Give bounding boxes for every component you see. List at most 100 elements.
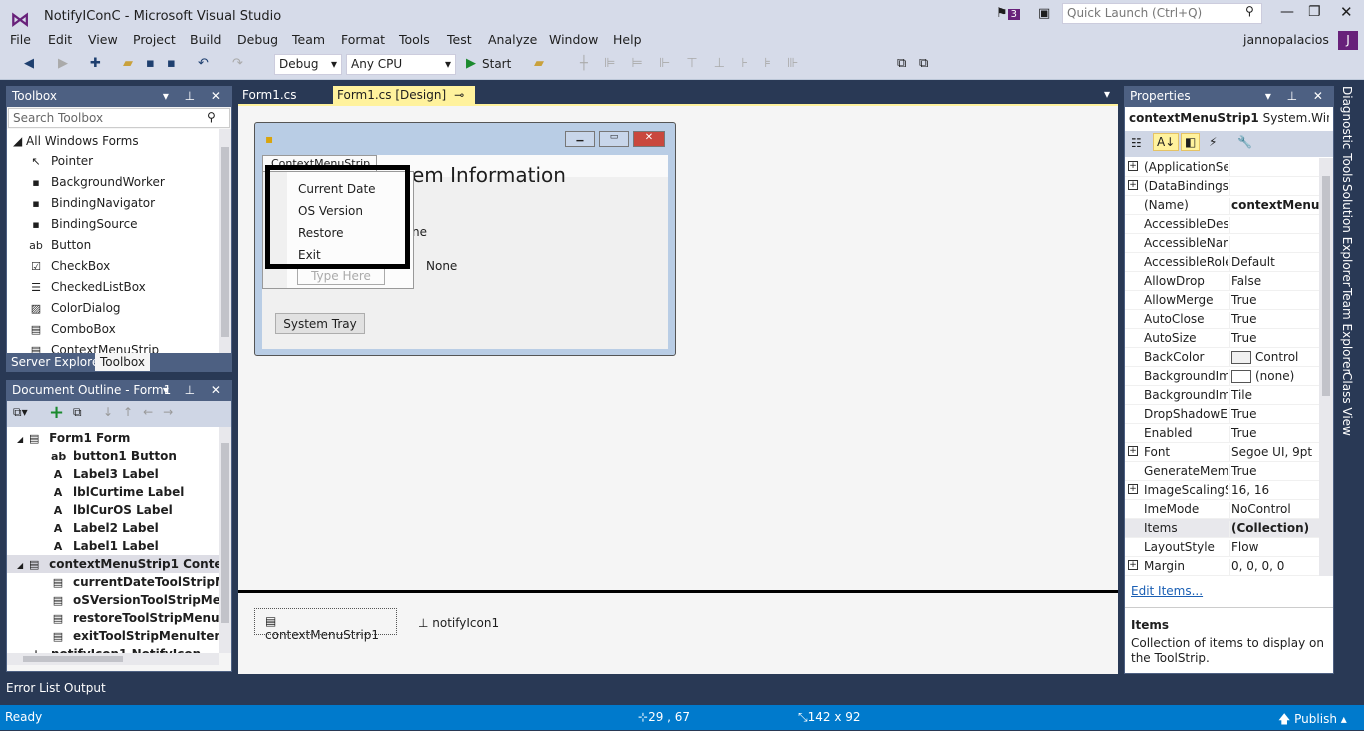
menu-project[interactable]: Project: [133, 32, 176, 47]
side-tab-class-view[interactable]: Class View: [1340, 372, 1354, 436]
object-selector[interactable]: contextMenuStrip1 System.Windows.Forms.C…: [1129, 111, 1329, 125]
redo-icon[interactable]: ↷: [232, 56, 243, 74]
outline-row[interactable]: A Label1 Label: [7, 537, 219, 555]
outline-vscrollbar[interactable]: [219, 427, 231, 653]
side-tab-solution-explorer[interactable]: Solution Explorer: [1340, 184, 1354, 287]
menu-analyze[interactable]: Analyze: [488, 32, 537, 47]
menu-view[interactable]: View: [88, 32, 118, 47]
toolbox-search-input[interactable]: Search Toolbox: [8, 108, 230, 128]
outline-row[interactable]: A Label2 Label: [7, 519, 219, 537]
menu-file[interactable]: File: [10, 32, 31, 47]
restore-button[interactable]: ❐: [1308, 4, 1321, 20]
toolbox-group-all-windows-forms[interactable]: ◢ All Windows Forms: [7, 131, 139, 152]
bring-front-icon[interactable]: ⧉: [919, 56, 928, 74]
tab-form1-design[interactable]: Form1.cs [Design]⊸ ✕: [333, 86, 475, 116]
properties-scrollbar[interactable]: [1319, 158, 1333, 576]
property-row[interactable]: AutoClose True: [1125, 310, 1319, 329]
side-tab-diagnostic-tools[interactable]: Diagnostic Tools: [1340, 86, 1354, 183]
notification-flag-icon[interactable]: ⚑ 3: [996, 6, 1021, 21]
outline-row[interactable]: ▤ restoreToolStripMenuItem: [7, 609, 219, 627]
undo-icon[interactable]: ↶: [198, 56, 209, 74]
tab-output[interactable]: Output: [64, 681, 106, 695]
start-button[interactable]: Start: [482, 57, 511, 75]
outline-row[interactable]: ▤ currentDateToolStripMenuItem: [7, 573, 219, 591]
panel-controls[interactable]: ▾ ⊥ ✕: [163, 383, 227, 397]
form-minimize-button[interactable]: ▁: [565, 131, 595, 147]
outline-row[interactable]: ab button1 Button: [7, 447, 219, 465]
property-pages-icon[interactable]: 🔧: [1237, 135, 1252, 149]
form1-window[interactable]: ▪ ▁ ▭ ✕ em Information ne None System Tr…: [254, 122, 676, 356]
toolbox-item[interactable]: ▨ ColorDialog: [7, 298, 121, 319]
outline-row[interactable]: ⊥notifyIcon1 NotifyIcon: [7, 645, 219, 653]
outline-row[interactable]: ◢ ▤ contextMenuStrip1 ContextMenuStrip: [7, 555, 219, 573]
collapse-icon[interactable]: ⧉: [73, 405, 82, 420]
property-row[interactable]: AccessibleDescription: [1125, 215, 1319, 234]
edit-items-link[interactable]: Edit Items...: [1131, 584, 1203, 598]
feedback-icon[interactable]: ▣: [1038, 6, 1050, 21]
property-row[interactable]: AutoSize True: [1125, 329, 1319, 348]
categorized-icon[interactable]: ☷: [1131, 136, 1142, 150]
tab-error-list[interactable]: Error List: [6, 681, 60, 695]
property-row[interactable]: Enabled True: [1125, 424, 1319, 443]
tab-overflow-icon[interactable]: ▾: [1104, 87, 1110, 101]
toolbox-item[interactable]: ☑ CheckBox: [7, 256, 110, 277]
toolbox-scrollbar[interactable]: [219, 129, 231, 353]
menu-format[interactable]: Format: [341, 32, 385, 47]
property-row[interactable]: (Name) contextMenuStrip1: [1125, 196, 1319, 215]
platform-dropdown[interactable]: Any CPU: [346, 54, 456, 75]
tab-form1-cs[interactable]: Form1.cs: [242, 88, 297, 102]
menu-test[interactable]: Test: [447, 32, 472, 47]
property-row[interactable]: GenerateMemberTrue: [1125, 462, 1319, 481]
property-row[interactable]: LayoutStyle Flow: [1125, 538, 1319, 557]
menu-edit[interactable]: Edit: [48, 32, 72, 47]
copy-dropdown-icon[interactable]: ⧉▾: [13, 405, 28, 420]
close-button[interactable]: ✕: [1340, 3, 1353, 21]
alphabetical-icon[interactable]: A↓: [1153, 133, 1180, 151]
menu-help[interactable]: Help: [613, 32, 642, 47]
property-row[interactable]: Items (Collection): [1125, 519, 1319, 538]
property-row[interactable]: + Font Segoe UI, 9pt: [1125, 443, 1319, 462]
outline-row[interactable]: A Label3 Label: [7, 465, 219, 483]
property-row[interactable]: + (ApplicationSettings): [1125, 158, 1319, 177]
move-arrows-icons[interactable]: ↓↑←→: [103, 405, 183, 419]
save-all-icon[interactable]: ▪: [167, 56, 176, 74]
panel-controls[interactable]: ▾ ⊥ ✕: [163, 89, 227, 103]
toolbox-item[interactable]: ▪ BackgroundWorker: [7, 172, 165, 193]
events-icon[interactable]: ⚡: [1209, 135, 1217, 149]
toolbox-item[interactable]: ↖ Pointer: [7, 151, 93, 172]
menu-team[interactable]: Team: [292, 32, 325, 47]
toolbox-item[interactable]: ab Button: [7, 235, 91, 256]
menu-window[interactable]: Window: [549, 32, 598, 47]
property-row[interactable]: AccessibleName: [1125, 234, 1319, 253]
property-row[interactable]: + (DataBindings): [1125, 177, 1319, 196]
outline-row[interactable]: AlblCurOS Label: [7, 501, 219, 519]
configuration-dropdown[interactable]: Debug: [274, 54, 342, 75]
tab-order-icon[interactable]: ⧉: [897, 56, 906, 74]
type-here-input[interactable]: Type Here: [297, 268, 385, 285]
publish-button[interactable]: 🡅 Publish ▴: [1278, 710, 1347, 731]
form-close-button[interactable]: ✕: [633, 131, 665, 147]
add-icon[interactable]: +: [49, 402, 64, 423]
panel-controls[interactable]: ▾ ⊥ ✕: [1265, 89, 1329, 103]
minimize-button[interactable]: —: [1280, 4, 1294, 20]
start-icon[interactable]: ▶: [466, 56, 476, 74]
outline-hscrollbar[interactable]: [7, 653, 219, 665]
property-row[interactable]: BackgroundImage(none): [1125, 367, 1319, 386]
property-row[interactable]: DropShadowEnabledTrue: [1125, 405, 1319, 424]
outline-row[interactable]: ▤ oSVersionToolStripMenuItem: [7, 591, 219, 609]
properties-icon[interactable]: ◧: [1181, 133, 1201, 151]
toolbox-item[interactable]: ▪ BindingSource: [7, 214, 137, 235]
menu-tools[interactable]: Tools: [399, 32, 430, 47]
side-tab-team-explorer[interactable]: Team Explorer: [1340, 288, 1354, 374]
tab-server-explorer[interactable]: Server Explorer: [11, 355, 104, 369]
user-name[interactable]: jannopalacios: [1243, 32, 1329, 47]
property-row[interactable]: AllowDrop False: [1125, 272, 1319, 291]
avatar[interactable]: J: [1338, 31, 1358, 51]
quick-launch-input[interactable]: Quick Launch (Ctrl+Q): [1062, 3, 1262, 24]
find-icon[interactable]: ▰: [534, 56, 544, 74]
save-icon[interactable]: ▪: [146, 56, 155, 74]
property-row[interactable]: BackColor Control: [1125, 348, 1319, 367]
property-row[interactable]: + Margin 0, 0, 0, 0: [1125, 557, 1319, 576]
form-maximize-button[interactable]: ▭: [599, 131, 629, 147]
back-icon[interactable]: ◀: [24, 56, 34, 74]
